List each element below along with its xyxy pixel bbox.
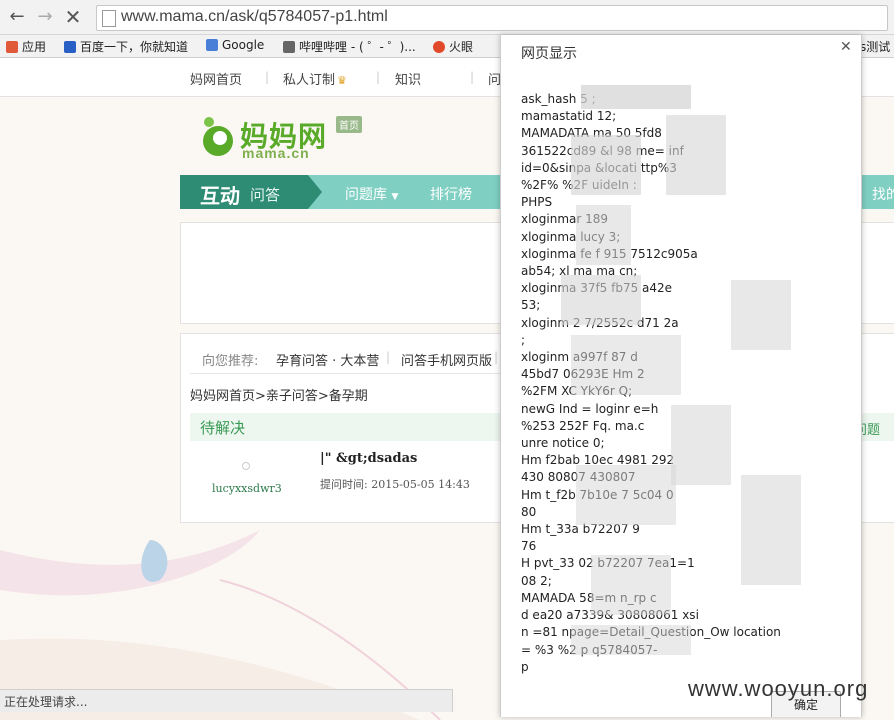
bookmark-apps[interactable]: 应用: [6, 38, 46, 55]
message-line: %2FM XC YkY6r Q;: [521, 384, 632, 399]
redaction-block: [671, 405, 731, 485]
question-row: lucyxxsdwr3 |" &gt;dsadas 提问时间: 2015-05-…: [190, 444, 500, 504]
dialog-title: 网页显示: [521, 46, 577, 62]
question-username[interactable]: lucyxxsdwr3: [212, 482, 282, 495]
nav-primary-big: 互动: [200, 184, 240, 208]
bookmark-baidu[interactable]: 百度一下，你就知道: [64, 38, 188, 55]
message-line: d ea20 a7339& 30808061 xsi: [521, 608, 699, 623]
chevron-down-icon: ▼: [391, 192, 399, 202]
address-bar[interactable]: www.mama.cn/ask/q5784057-p1.html: [96, 5, 888, 31]
redaction-block: [581, 85, 691, 109]
nav-qa-primary[interactable]: 互动 问答: [180, 175, 322, 209]
message-line: xloginma fe f 915 7512c905a: [521, 246, 698, 261]
watermark: www.wooyun.org: [688, 676, 869, 701]
redaction-block: [741, 475, 801, 585]
redaction-block: [576, 465, 676, 525]
redaction-block: [571, 135, 641, 195]
stop-button[interactable]: ✕: [62, 6, 84, 28]
question-title[interactable]: |" &gt;dsadas: [320, 451, 417, 466]
message-line: xloginmar 189: [521, 212, 609, 227]
browser-toolbar: ← → ✕ www.mama.cn/ask/q5784057-p1.html: [0, 0, 894, 35]
recommend-link-mobile[interactable]: 问答手机网页版: [401, 350, 492, 369]
google-icon: [206, 39, 218, 51]
redaction-block: [591, 555, 671, 615]
redaction-block: [666, 115, 726, 195]
redaction-block: [576, 205, 631, 265]
divider: |: [265, 70, 270, 84]
breadcrumb[interactable]: 妈妈网首页>亲子问答>备孕期: [190, 385, 368, 404]
redaction-block: [571, 335, 681, 395]
bookmark-test[interactable]: s测试: [860, 38, 890, 55]
forward-button[interactable]: →: [34, 6, 56, 28]
nav-find[interactable]: 找的: [872, 184, 894, 204]
top-link-home[interactable]: 妈网首页: [190, 69, 242, 88]
huoyan-icon: [433, 41, 445, 53]
question-time: 提问时间: 2015-05-05 14:43: [320, 478, 470, 491]
top-link-custom[interactable]: 私人订制 ♛: [283, 69, 347, 88]
message-line: ;: [521, 332, 526, 347]
recommend-link-camp[interactable]: 孕育问答 · 大本营: [276, 350, 379, 369]
message-line: p: [521, 659, 529, 674]
message-line: xloginm a997f 87 d: [521, 350, 638, 365]
nav-primary-small: 问答: [250, 186, 281, 204]
bookmark-bilibili[interactable]: 哔哩哔哩 - ( ゜- ゜)...: [283, 38, 416, 55]
divider: |: [470, 70, 475, 84]
redaction-block: [731, 280, 791, 350]
baidu-paw-icon: [64, 41, 76, 53]
bilibili-tv-icon: [283, 41, 295, 53]
crown-icon: ♛: [337, 74, 347, 87]
nav-ranking[interactable]: 排行榜: [430, 184, 472, 204]
divider: |: [376, 70, 381, 84]
loading-text: 正在处理请求...: [4, 695, 88, 709]
nav-question-bank[interactable]: 问题库 ▼: [345, 184, 398, 204]
apps-grid-icon: [6, 41, 18, 53]
logo-subtext: mama.cn: [242, 145, 310, 161]
back-button[interactable]: ←: [6, 6, 28, 28]
page-icon: [102, 10, 116, 27]
url-text: www.mama.cn/ask/q5784057-p1.html: [121, 8, 388, 25]
redaction-block: [571, 625, 691, 655]
close-icon[interactable]: ✕: [840, 39, 852, 55]
message-line: PHPS: [521, 195, 553, 210]
message-line: MAMADA 58=m n_rp c: [521, 590, 657, 605]
bookmark-google[interactable]: Google: [206, 38, 264, 52]
message-line: 45bd7 06293E Hm 2: [521, 367, 645, 382]
divider: |: [386, 350, 391, 364]
recommend-label: 向您推荐:: [202, 354, 259, 369]
avatar[interactable]: [242, 462, 250, 470]
bookmark-huoyan[interactable]: 火眼: [433, 38, 473, 55]
status-label: 待解决: [200, 419, 246, 437]
status-bar-bottom: 正在处理请求...: [0, 689, 453, 712]
alert-dialog: 网页显示 ✕ ask_hash 5 ; mamastatid 12; MAMAD…: [500, 35, 862, 717]
divider: |: [494, 350, 499, 364]
logo-badge: 首页: [336, 116, 362, 133]
top-link-knowledge[interactable]: 知识: [395, 69, 421, 88]
divider: [190, 373, 500, 374]
message-line: xloginma lucy 3;: [521, 229, 621, 244]
redaction-block: [561, 275, 641, 325]
mama-logo-icon: [203, 117, 233, 156]
